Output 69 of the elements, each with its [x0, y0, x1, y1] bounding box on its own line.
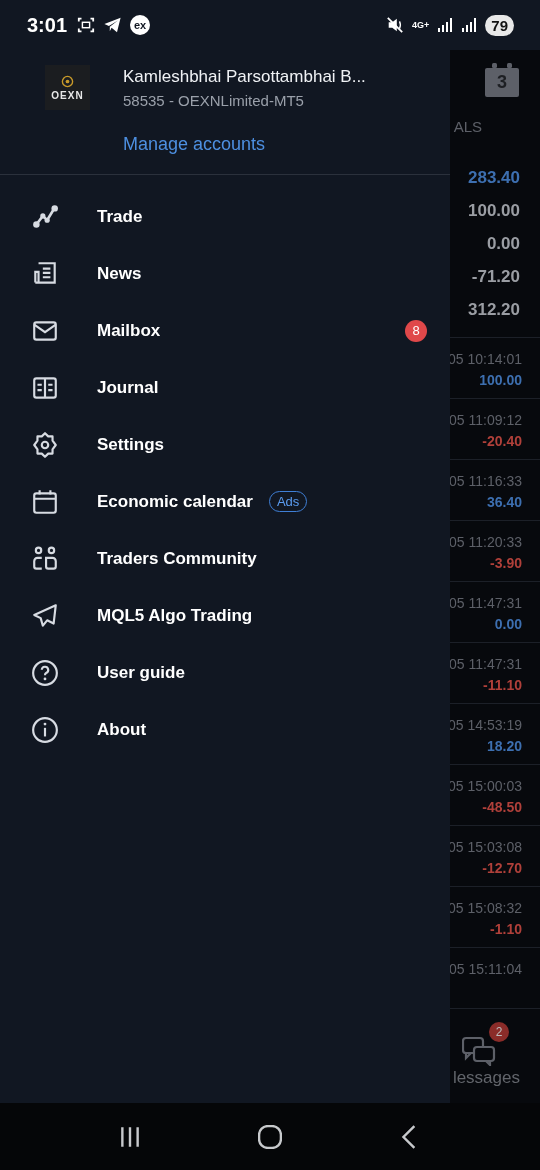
deal-profit: 36.40 [486, 494, 522, 510]
telegram-icon [103, 16, 123, 34]
summary-value: 100.00 [467, 200, 521, 222]
menu-label: User guide [97, 662, 185, 683]
menu-item[interactable]: Traders Community [0, 530, 450, 587]
chat-icon[interactable] [462, 1036, 496, 1066]
deal-profit: 100.00 [479, 372, 522, 388]
summary-value: -71.20 [470, 266, 521, 288]
signal-icon [461, 17, 478, 33]
deal-profit: -12.70 [482, 860, 522, 876]
status-time: 3:01 [27, 13, 68, 37]
menu-item[interactable]: Trade [0, 188, 450, 245]
message-badge: 2 [489, 1022, 509, 1042]
help-icon [31, 658, 59, 687]
deal-time: 05 11:09:12 [450, 412, 522, 428]
calendar-icon [31, 487, 59, 516]
deal-time: 05 11:47:31 [450, 656, 522, 672]
account-server: 58535 - OEXNLimited-MT5 [123, 92, 305, 109]
menu-label: About [97, 719, 147, 740]
menu-label: Mailbox [97, 320, 161, 341]
deal-profit: -1.10 [490, 921, 522, 937]
menu-label: Journal [97, 377, 159, 398]
paper-plane-icon [31, 601, 59, 630]
menu-label: Trade [97, 206, 143, 227]
network-label: 4G+ [412, 20, 430, 30]
menu-label: News [97, 263, 142, 284]
info-icon [31, 715, 59, 744]
calendar-day: 3 [485, 68, 519, 97]
logo-ring-icon [61, 74, 74, 88]
deal-profit: 18.20 [486, 738, 522, 754]
column-header: ALS [453, 118, 482, 135]
menu-label: Economic calendar [97, 491, 253, 512]
menu-item[interactable]: Economic calendar Ads [0, 473, 450, 530]
deal-profit: -11.10 [483, 677, 522, 693]
menu-label: Traders Community [97, 548, 257, 569]
menu-item[interactable]: News [0, 245, 450, 302]
menu-label: Settings [97, 434, 165, 455]
deal-time: 05 11:47:31 [450, 595, 522, 611]
menu-item[interactable]: About [0, 701, 450, 758]
manage-accounts-link[interactable]: Manage accounts [123, 134, 366, 155]
menu-item[interactable]: Settings [0, 416, 450, 473]
menu-item[interactable]: User guide [0, 644, 450, 701]
menu-item[interactable]: Journal [0, 359, 450, 416]
screenshot-icon [77, 16, 96, 34]
deal-time: 05 11:16:33 [450, 473, 522, 489]
deal-profit: 0.00 [494, 616, 522, 632]
menu-label: MQL5 Algo Trading [97, 605, 253, 626]
battery-level: 79 [485, 14, 514, 36]
menu-item[interactable]: Mailbox 8 [0, 302, 450, 359]
summary-value: 283.40 [467, 167, 521, 189]
mute-icon [386, 16, 405, 34]
app-badge: ex [130, 15, 151, 35]
account-name: Kamleshbhai Parsottambhai B... [123, 67, 366, 87]
settings-icon [31, 430, 59, 459]
recents-button[interactable] [118, 1124, 142, 1149]
unread-badge: 8 [405, 319, 427, 342]
summary-value: 312.20 [467, 299, 521, 321]
people-icon [31, 544, 59, 573]
trend-icon [31, 202, 59, 231]
deal-profit: -48.50 [482, 799, 522, 815]
deal-time: 05 11:20:33 [450, 534, 522, 550]
deal-time: 05 15:11:04 [450, 961, 522, 977]
deal-profit: -20.40 [482, 433, 522, 449]
menu-item[interactable]: MQL5 Algo Trading [0, 587, 450, 644]
logo-text: OEXN [51, 89, 84, 101]
home-button[interactable] [258, 1124, 282, 1149]
deal-profit: -3.90 [490, 555, 522, 571]
summary-value: 0.00 [485, 233, 521, 255]
signal-icon [437, 17, 454, 33]
